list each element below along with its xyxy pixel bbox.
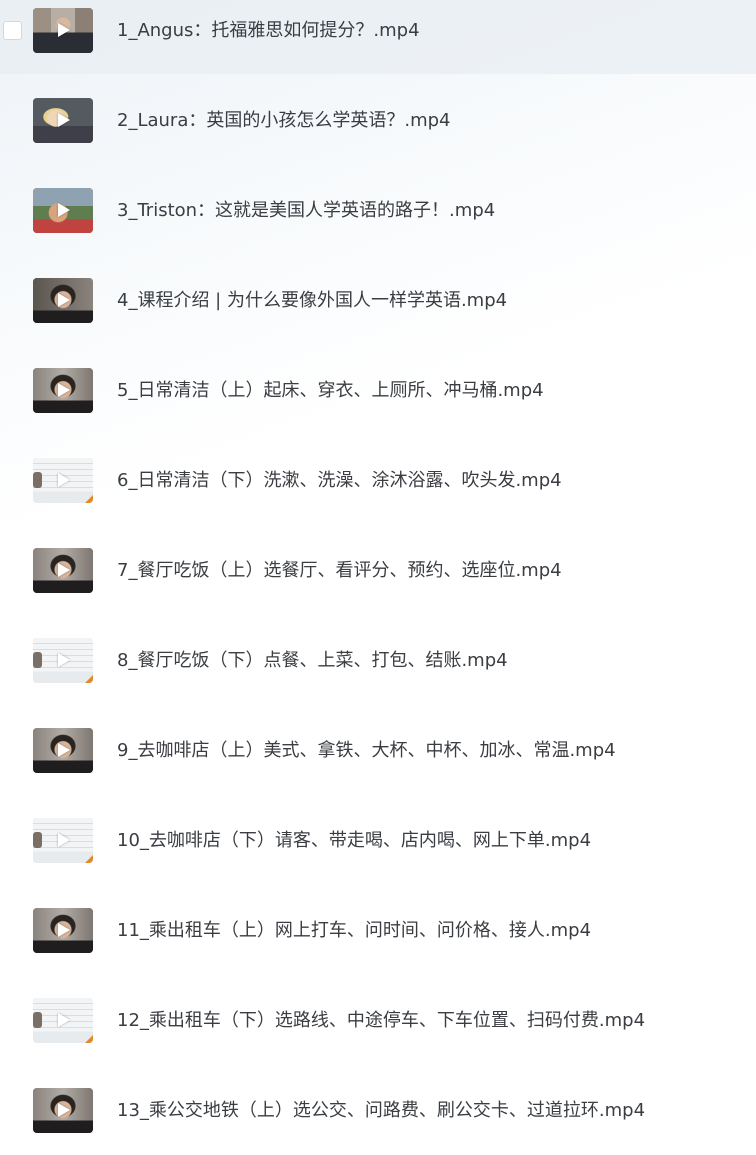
file-row[interactable]: 11_乘出租车（上）网上打车、问时间、问价格、接人.mp4: [0, 896, 756, 974]
play-icon: [58, 23, 70, 37]
file-name[interactable]: 1_Angus：托福雅思如何提分？.mp4: [117, 19, 420, 43]
video-thumbnail[interactable]: [33, 728, 93, 773]
thumbnail-corner-mark: [85, 675, 93, 683]
video-thumbnail[interactable]: [33, 998, 93, 1043]
play-icon: [58, 833, 70, 847]
play-icon: [58, 293, 70, 307]
thumbnail-corner-mark: [85, 855, 93, 863]
play-icon: [58, 653, 70, 667]
file-row[interactable]: 13_乘公交地铁（上）选公交、问路费、刷公交卡、过道拉环.mp4: [0, 1076, 756, 1154]
thumbnail-corner-mark: [85, 495, 93, 503]
file-row[interactable]: 12_乘出租车（下）选路线、中途停车、下车位置、扫码付费.mp4: [0, 986, 756, 1064]
checkbox-icon[interactable]: [3, 21, 22, 40]
file-name[interactable]: 6_日常清洁（下）洗漱、洗澡、涂沐浴露、吹头发.mp4: [117, 469, 562, 493]
file-name[interactable]: 5_日常清洁（上）起床、穿衣、上厕所、冲马桶.mp4: [117, 379, 544, 403]
video-thumbnail[interactable]: [33, 638, 93, 683]
video-thumbnail[interactable]: [33, 458, 93, 503]
video-thumbnail[interactable]: [33, 818, 93, 863]
file-row[interactable]: 2_Laura：英国的小孩怎么学英语？.mp4: [0, 86, 756, 164]
play-icon: [58, 113, 70, 127]
file-row[interactable]: 1_Angus：托福雅思如何提分？.mp4: [0, 0, 756, 74]
thumbnail-corner-mark: [85, 1035, 93, 1043]
file-row[interactable]: 3_Triston：这就是美国人学英语的路子！.mp4: [0, 176, 756, 254]
video-thumbnail[interactable]: [33, 8, 93, 53]
file-row[interactable]: 4_课程介绍 | 为什么要像外国人一样学英语.mp4: [0, 266, 756, 344]
file-row[interactable]: 9_去咖啡店（上）美式、拿铁、大杯、中杯、加冰、常温.mp4: [0, 716, 756, 794]
video-thumbnail[interactable]: [33, 368, 93, 413]
file-name[interactable]: 10_去咖啡店（下）请客、带走喝、店内喝、网上下单.mp4: [117, 829, 591, 853]
video-thumbnail[interactable]: [33, 188, 93, 233]
play-icon: [58, 203, 70, 217]
video-thumbnail[interactable]: [33, 548, 93, 593]
file-name[interactable]: 7_餐厅吃饭（上）选餐厅、看评分、预约、选座位.mp4: [117, 559, 562, 583]
video-thumbnail[interactable]: [33, 98, 93, 143]
file-name[interactable]: 3_Triston：这就是美国人学英语的路子！.mp4: [117, 199, 495, 223]
play-icon: [58, 1013, 70, 1027]
video-thumbnail[interactable]: [33, 1088, 93, 1133]
play-icon: [58, 563, 70, 577]
file-name[interactable]: 11_乘出租车（上）网上打车、问时间、问价格、接人.mp4: [117, 919, 591, 943]
file-name[interactable]: 13_乘公交地铁（上）选公交、问路费、刷公交卡、过道拉环.mp4: [117, 1099, 645, 1123]
file-name[interactable]: 12_乘出租车（下）选路线、中途停车、下车位置、扫码付费.mp4: [117, 1009, 645, 1033]
file-row[interactable]: 5_日常清洁（上）起床、穿衣、上厕所、冲马桶.mp4: [0, 356, 756, 434]
file-row[interactable]: 6_日常清洁（下）洗漱、洗澡、涂沐浴露、吹头发.mp4: [0, 446, 756, 524]
file-name[interactable]: 8_餐厅吃饭（下）点餐、上菜、打包、结账.mp4: [117, 649, 508, 673]
play-icon: [58, 383, 70, 397]
file-row[interactable]: 8_餐厅吃饭（下）点餐、上菜、打包、结账.mp4: [0, 626, 756, 704]
play-icon: [58, 1103, 70, 1117]
file-name[interactable]: 4_课程介绍 | 为什么要像外国人一样学英语.mp4: [117, 289, 507, 313]
file-name[interactable]: 2_Laura：英国的小孩怎么学英语？.mp4: [117, 109, 450, 133]
play-icon: [58, 923, 70, 937]
file-row[interactable]: 7_餐厅吃饭（上）选餐厅、看评分、预约、选座位.mp4: [0, 536, 756, 614]
play-icon: [58, 743, 70, 757]
file-list: 1_Angus：托福雅思如何提分？.mp4 2_Laura：英国的小孩怎么学英语…: [0, 0, 756, 1155]
file-row[interactable]: 10_去咖啡店（下）请客、带走喝、店内喝、网上下单.mp4: [0, 806, 756, 884]
video-thumbnail[interactable]: [33, 278, 93, 323]
file-name[interactable]: 9_去咖啡店（上）美式、拿铁、大杯、中杯、加冰、常温.mp4: [117, 739, 616, 763]
video-thumbnail[interactable]: [33, 908, 93, 953]
play-icon: [58, 473, 70, 487]
